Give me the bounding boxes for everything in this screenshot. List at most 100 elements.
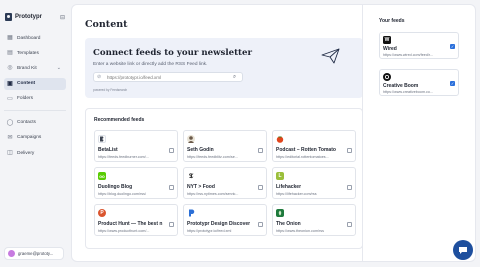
link-icon: ⊘ <box>97 74 102 80</box>
feed-url: https://blog.duolingo.com/rss/ <box>98 191 146 196</box>
your-feeds-panel: Your feeds W Wired https://www.wired.com… <box>362 5 475 261</box>
templates-icon: ▤ <box>7 50 13 57</box>
feed-checkbox[interactable] <box>169 148 174 153</box>
feed-url-input[interactable] <box>93 72 243 82</box>
brand-kit-icon: ◎ <box>7 65 13 72</box>
onion-logo-icon <box>276 209 284 217</box>
user-account-chip[interactable]: graeme@prototy... <box>4 247 64 260</box>
main-nav: ▦ Dashboard ▤ Templates ◎ Brand Kit ⌄ ▣ … <box>4 32 66 162</box>
feed-card-duolingo[interactable]: oo Duolingo Blog https://blog.duolingo.c… <box>94 167 178 199</box>
product-hunt-logo-icon: P <box>98 209 106 217</box>
nyt-logo-icon: 𝕿 <box>187 171 195 180</box>
feed-card-rotten-tomatoes[interactable]: Podcast – Rotten Tomato https://editoria… <box>272 130 356 162</box>
wired-logo-icon: W <box>383 36 391 44</box>
collapse-icon[interactable]: ⊟ <box>60 14 65 21</box>
brand-name: Prototypr <box>15 14 42 20</box>
recommended-feeds-box: Recommended feeds BetaList https://feeds… <box>85 108 363 249</box>
avatar <box>8 250 15 257</box>
feed-url: https://feeds.feedburner.com/... <box>98 154 149 159</box>
feed-name: NYT > Food <box>187 184 215 190</box>
feed-url: https://lifehacker.com/rss <box>276 191 317 196</box>
feed-checkbox[interactable] <box>347 148 352 153</box>
sidebar-item-label: Content <box>17 81 36 87</box>
chat-icon <box>459 246 467 254</box>
powered-by-label: powered by Feedsearch <box>93 88 128 92</box>
lifehacker-logo-icon: L <box>276 172 284 180</box>
feed-card-lifehacker[interactable]: L Lifehacker https://lifehacker.com/rss <box>272 167 356 199</box>
feed-name: BetaList <box>98 147 118 153</box>
feed-url: https://www.wired.com/feed/r... <box>383 53 434 57</box>
sidebar-item-templates[interactable]: ▤ Templates <box>4 47 66 59</box>
feed-name: Wired <box>383 46 397 52</box>
feed-name: Podcast – Rotten Tomato <box>276 147 336 153</box>
connect-description: Enter a website link or directly add the… <box>93 62 208 67</box>
seth-godin-avatar-icon <box>187 135 195 143</box>
chat-button[interactable] <box>453 240 473 260</box>
feed-card-product-hunt[interactable]: P Product Hunt — The best n https://www.… <box>94 204 178 236</box>
main-panel: Content Connect feeds to your newsletter… <box>71 4 476 262</box>
sidebar-item-label: Delivery <box>17 150 35 156</box>
brand[interactable]: Prototypr <box>5 13 42 21</box>
feed-checkbox[interactable] <box>347 185 352 190</box>
sidebar-item-label: Folders <box>17 96 33 102</box>
sidebar-item-contacts[interactable]: ◯ Contacts <box>4 117 66 129</box>
feed-name: Lifehacker <box>276 184 302 190</box>
recommended-title: Recommended feeds <box>94 117 145 123</box>
feed-url: https://www.theonion.com/rss <box>276 228 324 233</box>
feed-checkbox[interactable] <box>169 185 174 190</box>
feed-name: Seth Godin <box>187 147 214 153</box>
feed-url: https://feeds.feedblitz.com/se... <box>187 154 238 159</box>
your-feed-card-wired[interactable]: W Wired https://www.wired.com/feed/r... … <box>379 32 459 59</box>
feed-card-betalist[interactable]: BetaList https://feeds.feedburner.com/..… <box>94 130 178 162</box>
sidebar-item-content[interactable]: ▣ Content <box>4 77 66 90</box>
prototypr-logo-icon <box>5 13 12 21</box>
feed-name: Prototypr Design Discover <box>187 221 251 227</box>
sidebar-item-label: Campaigns <box>17 135 42 141</box>
sidebar-item-folders[interactable]: ▭ Folders <box>4 93 66 105</box>
feed-checkbox[interactable] <box>258 185 263 190</box>
feed-url: https://rss.nytimes.com/servic... <box>187 191 239 196</box>
sidebar-item-label: Brand Kit <box>17 65 37 71</box>
feed-checkbox-checked[interactable]: ✓ <box>450 44 455 49</box>
sidebar-item-dashboard[interactable]: ▦ Dashboard <box>4 32 66 44</box>
feed-name: The Onion <box>276 221 301 227</box>
feed-checkbox[interactable] <box>169 222 174 227</box>
connect-feeds-box: Connect feeds to your newsletter Enter a… <box>85 38 363 98</box>
nav-divider <box>4 109 66 111</box>
user-email: graeme@prototy... <box>18 251 54 256</box>
feed-checkbox[interactable] <box>347 222 352 227</box>
sidebar-item-campaigns[interactable]: ✉ Campaigns <box>4 132 66 144</box>
feed-checkbox[interactable] <box>258 222 263 227</box>
content-icon: ▣ <box>7 80 13 87</box>
dashboard-icon: ▦ <box>7 35 13 41</box>
campaigns-icon: ✉ <box>7 134 13 141</box>
feed-url: https://editorial.rottentomatoes... <box>276 154 329 159</box>
sidebar-item-label: Templates <box>17 50 39 56</box>
feed-url: https://www.producthunt.com/... <box>98 228 150 233</box>
tomato-icon <box>276 135 284 143</box>
feed-name: Product Hunt — The best n <box>98 221 163 227</box>
feed-card-the-onion[interactable]: The Onion https://www.theonion.com/rss <box>272 204 356 236</box>
your-feed-card-creative-boom[interactable]: Creative Boom https://www.creativeboom.c… <box>379 69 459 96</box>
your-feeds-title: Your feeds <box>379 18 405 24</box>
delivery-icon: ◫ <box>7 150 13 157</box>
feed-card-nyt-food[interactable]: 𝕿 NYT > Food https://rss.nytimes.com/ser… <box>183 167 267 199</box>
content-area: Content Connect feeds to your newsletter… <box>72 5 363 261</box>
feed-url: https://prototypr.io/feed.xml <box>187 228 232 233</box>
paper-plane-icon <box>321 48 340 64</box>
sidebar: Prototypr ⊟ ▦ Dashboard ▤ Templates ◎ Br… <box>0 0 70 267</box>
feed-checkbox-checked[interactable]: ✓ <box>450 81 455 86</box>
sidebar-item-label: Dashboard <box>17 35 41 41</box>
sidebar-item-delivery[interactable]: ◫ Delivery <box>4 147 66 159</box>
folders-icon: ▭ <box>7 95 13 102</box>
duolingo-logo-icon: oo <box>98 172 106 180</box>
search-icon[interactable]: ⌕ <box>233 74 236 81</box>
creative-boom-logo-icon <box>383 73 391 81</box>
sidebar-item-brand-kit[interactable]: ◎ Brand Kit ⌄ <box>4 62 66 74</box>
feed-card-prototypr[interactable]: Prototypr Design Discover https://protot… <box>183 204 267 236</box>
connect-title: Connect feeds to your newsletter <box>93 48 253 58</box>
sidebar-item-label: Contacts <box>17 120 36 126</box>
feed-card-seth-godin[interactable]: Seth Godin https://feeds.feedblitz.com/s… <box>183 130 267 162</box>
betalist-logo-icon <box>98 135 106 143</box>
feed-checkbox[interactable] <box>258 148 263 153</box>
